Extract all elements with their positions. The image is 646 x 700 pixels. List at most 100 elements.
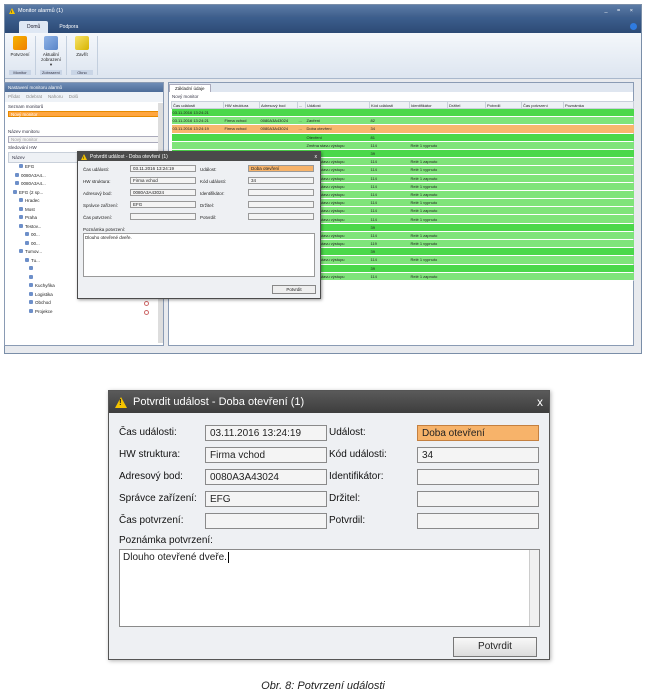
confirm-button[interactable]: Potvrdit	[272, 285, 316, 294]
table-cell	[485, 149, 522, 159]
table-cell: 114	[369, 157, 410, 167]
table-cell: 114	[369, 214, 410, 224]
identifier-field	[417, 469, 539, 485]
table-row[interactable]: 03.11.2016 13:24:19 Firma vchod 0080A3A430…	[171, 124, 634, 134]
table-row[interactable]: 03.11.2016 13:24:21 Firma vchod 0080A3A430…	[171, 116, 634, 126]
table-cell	[447, 214, 486, 224]
table-cell	[485, 247, 522, 257]
column-header[interactable]: Držitel	[447, 101, 486, 109]
table-cell	[485, 174, 522, 183]
help-icon[interactable]	[630, 23, 637, 30]
confirm-button[interactable]: Potvrdit	[453, 637, 537, 657]
confirmed-by-label: Potvrdil:	[200, 215, 217, 220]
add-button[interactable]: Přidat	[8, 94, 20, 100]
event-label: Událost:	[200, 167, 217, 172]
table-cell	[563, 141, 634, 150]
status-icon	[144, 309, 149, 315]
column-header[interactable]: ...	[297, 101, 306, 109]
tree-node-label: Kuchyňka	[35, 283, 55, 288]
code-label: Kód události:	[200, 179, 227, 184]
tree-node-label: 00...	[31, 240, 40, 246]
monitor-list-label: Seznam monitorů	[8, 104, 44, 109]
column-header[interactable]: Kód události	[369, 101, 410, 109]
table-cell	[223, 108, 260, 118]
tree-node-label: Tumov...	[25, 249, 43, 254]
table-cell: 119	[369, 239, 410, 249]
table-cell: 114	[369, 198, 410, 208]
tab-domu[interactable]: Domů	[19, 21, 49, 33]
column-header[interactable]: Poznámka	[563, 101, 634, 109]
table-cell	[297, 108, 306, 118]
code-field: 34	[417, 447, 539, 463]
remove-button[interactable]: Odebrat	[26, 94, 42, 100]
time-label: Čas události:	[119, 427, 177, 438]
code-field: 34	[248, 177, 314, 184]
column-header[interactable]: Čas potvrzení	[521, 101, 564, 109]
tree-node[interactable]: Obchod	[5, 299, 163, 308]
table-row[interactable]: Změna stavu výstupu 114 Relé 1 vypnuto	[171, 141, 634, 150]
tree-node-label: Logistika	[35, 291, 53, 297]
table-header: Čas události HW struktura Adresový bod... U…	[171, 101, 634, 109]
table-cell: Relé 1 vypnuto	[409, 239, 448, 249]
table-cell	[485, 141, 522, 150]
close-icon[interactable]: x	[537, 395, 543, 409]
table-cell	[563, 247, 634, 257]
column-header[interactable]: Potvrdil	[485, 101, 522, 109]
monitor-label: Nový monitor	[172, 94, 199, 99]
column-header[interactable]: Událost	[305, 101, 370, 109]
table-cell	[485, 206, 522, 216]
tab-podpora[interactable]: Podpora	[51, 21, 86, 33]
table-cell	[485, 133, 522, 142]
window-titlebar: Monitor alarmů (1) _ = ×	[5, 5, 641, 17]
note-scrollbar[interactable]	[529, 550, 539, 626]
tree-node-label: Tu...	[31, 257, 40, 263]
note-textarea[interactable]: Dlouho otevřené dveře.	[83, 233, 315, 277]
column-header[interactable]: Adresový bod	[259, 101, 298, 109]
table-cell	[223, 133, 260, 142]
down-button[interactable]: Dolů	[69, 94, 78, 100]
ribbon-tabs: Domů Podpora	[5, 17, 641, 33]
up-button[interactable]: Nahoru	[48, 94, 63, 100]
hw-node-icon	[29, 283, 33, 287]
holder-field	[417, 491, 539, 507]
note-textarea[interactable]: Dlouho otevřené dveře.	[119, 549, 540, 627]
column-header[interactable]: HW struktura	[223, 101, 260, 109]
close-icon[interactable]: x	[315, 154, 318, 160]
tree-node-label: Praha	[25, 215, 38, 220]
hw-node-icon	[29, 300, 33, 304]
table-cell	[447, 149, 486, 159]
table-cell	[485, 108, 522, 118]
table-cell: 114	[369, 190, 410, 200]
table-cell: Relé 1 vypnuto	[409, 214, 448, 224]
column-header[interactable]: Čas události	[171, 101, 224, 109]
hw-node-icon	[29, 291, 33, 296]
table-cell	[305, 108, 370, 118]
view-icon	[44, 36, 58, 50]
monitor-name-input[interactable]: Nový monitor	[8, 136, 160, 143]
confirm-button[interactable]: Potvrzení	[9, 36, 31, 57]
confirmed-by-label: Potvrdil:	[329, 515, 366, 526]
table-cell	[409, 264, 448, 273]
tab-basic-info[interactable]: Základní údaje	[169, 84, 211, 92]
ribbon-group-label: Monitor	[9, 70, 31, 75]
close-button[interactable]: Zavřít	[71, 36, 93, 57]
table-cell	[447, 223, 486, 232]
identifier-field	[248, 189, 314, 196]
hw-label: HW struktura:	[119, 449, 181, 460]
hw-node-icon	[29, 308, 33, 313]
table-cell: Změna stavu výstupu	[305, 141, 370, 150]
current-view-button[interactable]: Aktuální zobrazení ▾	[40, 36, 62, 68]
column-header[interactable]: Identifikátor	[409, 101, 448, 109]
table-row[interactable]: Otevření 81	[171, 133, 634, 142]
table-cell	[485, 231, 522, 241]
table-cell	[171, 133, 224, 142]
table-cell	[485, 116, 522, 126]
warning-icon	[9, 8, 15, 14]
tree-node-label: Most	[25, 206, 35, 212]
table-row[interactable]: 03.11.2016 13:24:21	[171, 108, 634, 118]
table-cell: 34	[369, 124, 410, 134]
tree-node[interactable]: Projekce	[5, 308, 163, 317]
hw-node-icon	[19, 223, 23, 228]
table-cell	[447, 165, 486, 175]
window-controls[interactable]: _ = ×	[604, 8, 637, 14]
